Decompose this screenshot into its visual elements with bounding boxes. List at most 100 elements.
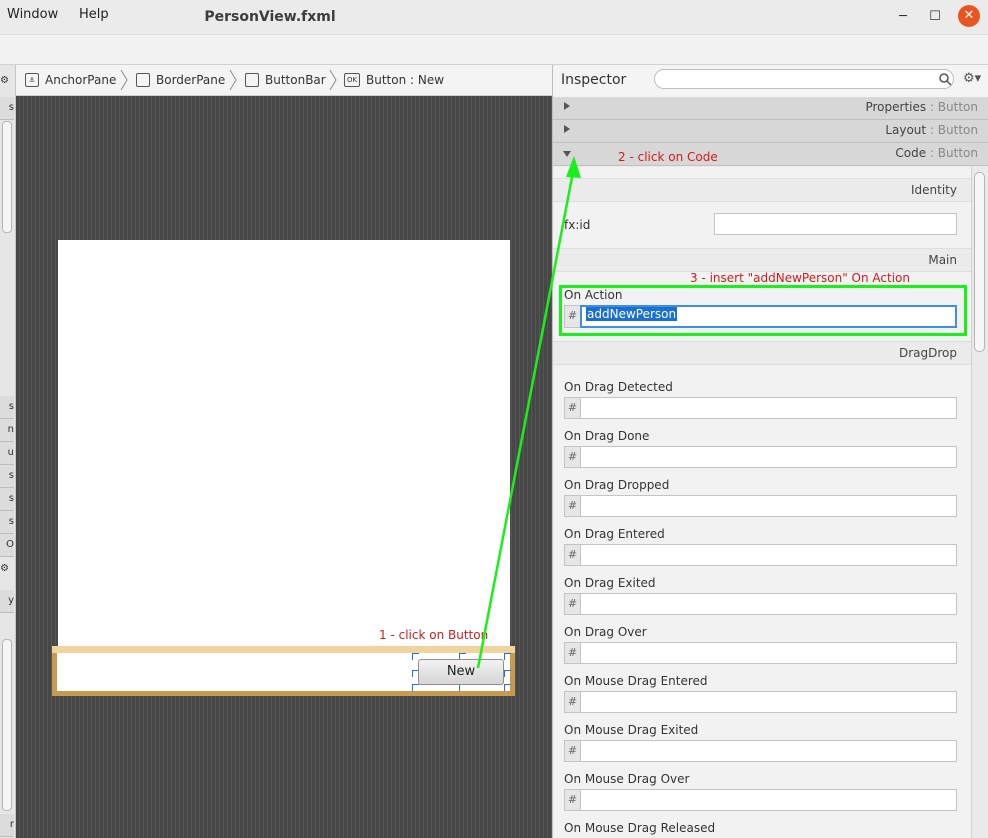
event-label: On Drag Dropped [564, 478, 670, 492]
section-label: Properties [865, 100, 927, 114]
breadcrumb-item-anchorpane[interactable]: ⚓ AnchorPane [25, 65, 116, 95]
gear-icon[interactable]: ⚙▾ [963, 71, 981, 87]
event-handler-field[interactable] [580, 789, 957, 811]
inspector-scroll-thumb[interactable] [974, 172, 985, 352]
event-label: On Drag Over [564, 625, 647, 639]
event-handler-field[interactable] [580, 642, 957, 664]
left-panel-strip: ⚙ s s n u s s s O ⚙ y r [0, 65, 16, 838]
event-handler-field[interactable] [580, 544, 957, 566]
left-tab[interactable]: s [0, 511, 14, 534]
event-handler-field[interactable] [580, 397, 957, 419]
left-settings-icon[interactable]: ⚙ [0, 75, 9, 86]
hash-icon: # [564, 446, 580, 468]
section-suffix: Button [937, 146, 978, 160]
breadcrumb-label: BorderPane [156, 73, 226, 87]
event-handler-field[interactable] [580, 495, 957, 517]
section-suffix: Button [937, 123, 978, 137]
maximize-icon[interactable]: ☐ [924, 6, 946, 28]
left-tab[interactable]: O [0, 534, 14, 557]
selection-handle[interactable] [459, 684, 466, 691]
fx-id-field[interactable] [714, 213, 957, 235]
breadcrumb-label: ButtonBar [265, 73, 326, 87]
group-main: Main [553, 248, 971, 272]
border-pane-icon [136, 72, 150, 87]
left-tab[interactable]: s [0, 465, 14, 488]
event-label: On Drag Exited [564, 576, 656, 590]
selection-handle[interactable] [412, 684, 419, 691]
breadcrumb-item-borderpane[interactable]: BorderPane [136, 65, 225, 95]
anchor-pane-icon: ⚓ [25, 72, 39, 87]
inspector-search-input[interactable] [654, 69, 954, 89]
hash-icon: # [564, 789, 580, 811]
button-bar-icon [245, 72, 259, 87]
breadcrumb-item-button[interactable]: OK Button : New [344, 65, 444, 95]
group-label: Identity [911, 183, 957, 197]
button-bar-highlight [52, 646, 515, 653]
event-label: On Mouse Drag Exited [564, 723, 699, 737]
left-tab[interactable]: u [0, 442, 14, 465]
hash-icon: # [564, 642, 580, 664]
menu-help[interactable]: Help [79, 7, 109, 22]
left-tab[interactable]: s [0, 488, 14, 511]
breadcrumb-label: AnchorPane [45, 73, 117, 87]
event-label: On Mouse Drag Entered [564, 674, 708, 688]
event-handler-field[interactable] [580, 740, 957, 762]
left-scrollbar[interactable] [2, 639, 12, 811]
hash-icon: # [564, 544, 580, 566]
selection-handle[interactable] [504, 684, 511, 691]
left-tab[interactable]: y [0, 590, 14, 613]
section-label: Code [895, 146, 927, 160]
menu-window[interactable]: Window [7, 7, 58, 22]
event-label: On Mouse Drag Released [564, 821, 716, 835]
minimize-icon[interactable]: ─ [892, 6, 914, 28]
section-label: Layout [885, 123, 927, 137]
menu-bar [0, 35, 988, 65]
hash-icon: # [564, 691, 580, 713]
hash-icon: # [564, 593, 580, 615]
group-label: DragDrop [898, 346, 957, 360]
section-properties[interactable]: Properties : Button [553, 97, 988, 120]
annotation-highlight-box [559, 285, 967, 336]
group-label: Main [928, 253, 957, 267]
breadcrumb-separator-icon [329, 69, 337, 91]
chevron-down-icon [563, 151, 571, 157]
left-tab[interactable]: r [0, 814, 14, 837]
breadcrumb-separator-icon [229, 69, 237, 91]
event-label: On Mouse Drag Over [564, 772, 690, 786]
annotation-step-3: 3 - insert "addNewPerson" On Action [690, 271, 911, 285]
group-dragdrop: DragDrop [553, 341, 971, 365]
selection-handle[interactable] [504, 670, 511, 677]
left-settings-icon[interactable]: ⚙ [0, 563, 9, 574]
chevron-right-icon [564, 125, 570, 133]
breadcrumb-label: Button : New [366, 73, 445, 87]
event-handler-field[interactable] [580, 593, 957, 615]
chevron-right-icon [564, 102, 570, 110]
new-button[interactable]: New [418, 659, 504, 685]
event-label: On Drag Entered [564, 527, 665, 541]
selection-handle[interactable] [504, 653, 511, 660]
section-suffix: Button [937, 100, 978, 114]
section-layout[interactable]: Layout : Button [553, 120, 988, 143]
hash-icon: # [564, 740, 580, 762]
close-icon[interactable]: ✕ [958, 5, 980, 27]
event-handler-field[interactable] [580, 446, 957, 468]
left-tab[interactable]: n [0, 419, 14, 442]
search-icon[interactable] [938, 72, 952, 86]
event-handler-field[interactable] [580, 691, 957, 713]
group-identity: Identity [553, 178, 971, 202]
fx-id-label: fx:id [564, 218, 591, 232]
left-tab[interactable]: s [0, 97, 14, 120]
button-icon: OK [344, 72, 360, 87]
event-label: On Drag Done [564, 429, 650, 443]
hash-icon: # [564, 495, 580, 517]
breadcrumb-separator-icon [120, 69, 128, 91]
left-tab[interactable]: s [0, 396, 14, 419]
annotation-step-2: 2 - click on Code [618, 150, 718, 164]
event-label: On Drag Detected [564, 380, 673, 394]
inspector-title: Inspector [561, 72, 627, 88]
left-scrollbar[interactable] [2, 121, 12, 233]
anchor-pane-preview[interactable] [58, 240, 510, 695]
annotation-step-1: 1 - click on Button [379, 628, 489, 642]
breadcrumb-item-buttonbar[interactable]: ButtonBar [245, 65, 326, 95]
hash-icon: # [564, 397, 580, 419]
